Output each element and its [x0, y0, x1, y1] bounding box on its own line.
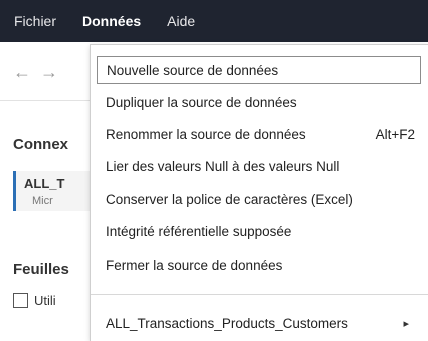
- menu-donnees[interactable]: Données: [69, 0, 155, 42]
- use-checkbox-label: Utili: [34, 293, 56, 308]
- menu-item-label: Fermer la source de données: [106, 258, 283, 273]
- use-checkbox[interactable]: [13, 293, 28, 308]
- menu-item-nouvelle-source[interactable]: Nouvelle source de données: [97, 56, 421, 84]
- menu-item-dupliquer-source[interactable]: Dupliquer la source de données: [97, 89, 421, 117]
- menu-item-label: Intégrité référentielle supposée: [106, 224, 292, 239]
- menu-item-label: Dupliquer la source de données: [106, 95, 297, 110]
- connections-heading: Connex: [13, 136, 69, 153]
- use-checkbox-row[interactable]: Utili: [13, 293, 56, 308]
- menu-item-integrite-referentielle[interactable]: Intégrité référentielle supposée: [97, 218, 421, 246]
- menu-aide[interactable]: Aide: [154, 0, 208, 42]
- menu-item-fermer-source[interactable]: Fermer la source de données: [97, 252, 421, 280]
- menu-item-label: Lier des valeurs Null à des valeurs Null: [106, 159, 340, 174]
- menu-item-label: ALL_Transactions_Products_Customers: [106, 316, 348, 331]
- shortcut-label: Alt+F2: [375, 127, 415, 142]
- menu-bar: Fichier Données Aide: [0, 0, 428, 42]
- menu-item-lier-valeurs-null[interactable]: Lier des valeurs Null à des valeurs Null: [97, 153, 421, 181]
- menu-item-renommer-source[interactable]: Renommer la source de données Alt+F2: [97, 121, 421, 149]
- menu-item-label: Nouvelle source de données: [107, 63, 279, 78]
- menu-item-conserver-police[interactable]: Conserver la police de caractères (Excel…: [97, 186, 421, 214]
- menu-item-label: Renommer la source de données: [106, 127, 306, 142]
- forward-arrow-icon[interactable]: →: [40, 62, 58, 83]
- menu-item-label: Conserver la police de caractères (Excel…: [106, 192, 353, 207]
- sheets-heading: Feuilles: [13, 261, 69, 278]
- connection-name: ALL_T: [24, 176, 65, 191]
- menu-fichier[interactable]: Fichier: [0, 0, 69, 42]
- submenu-arrow-icon: ▸: [403, 318, 409, 330]
- connection-type: Micr: [32, 195, 53, 207]
- donnees-dropdown-menu: Nouvelle source de données Dupliquer la …: [90, 44, 428, 341]
- back-arrow-icon[interactable]: ←: [13, 62, 31, 83]
- menu-separator: [91, 294, 428, 295]
- menu-item-datasource-submenu[interactable]: ALL_Transactions_Products_Customers ▸: [97, 310, 421, 338]
